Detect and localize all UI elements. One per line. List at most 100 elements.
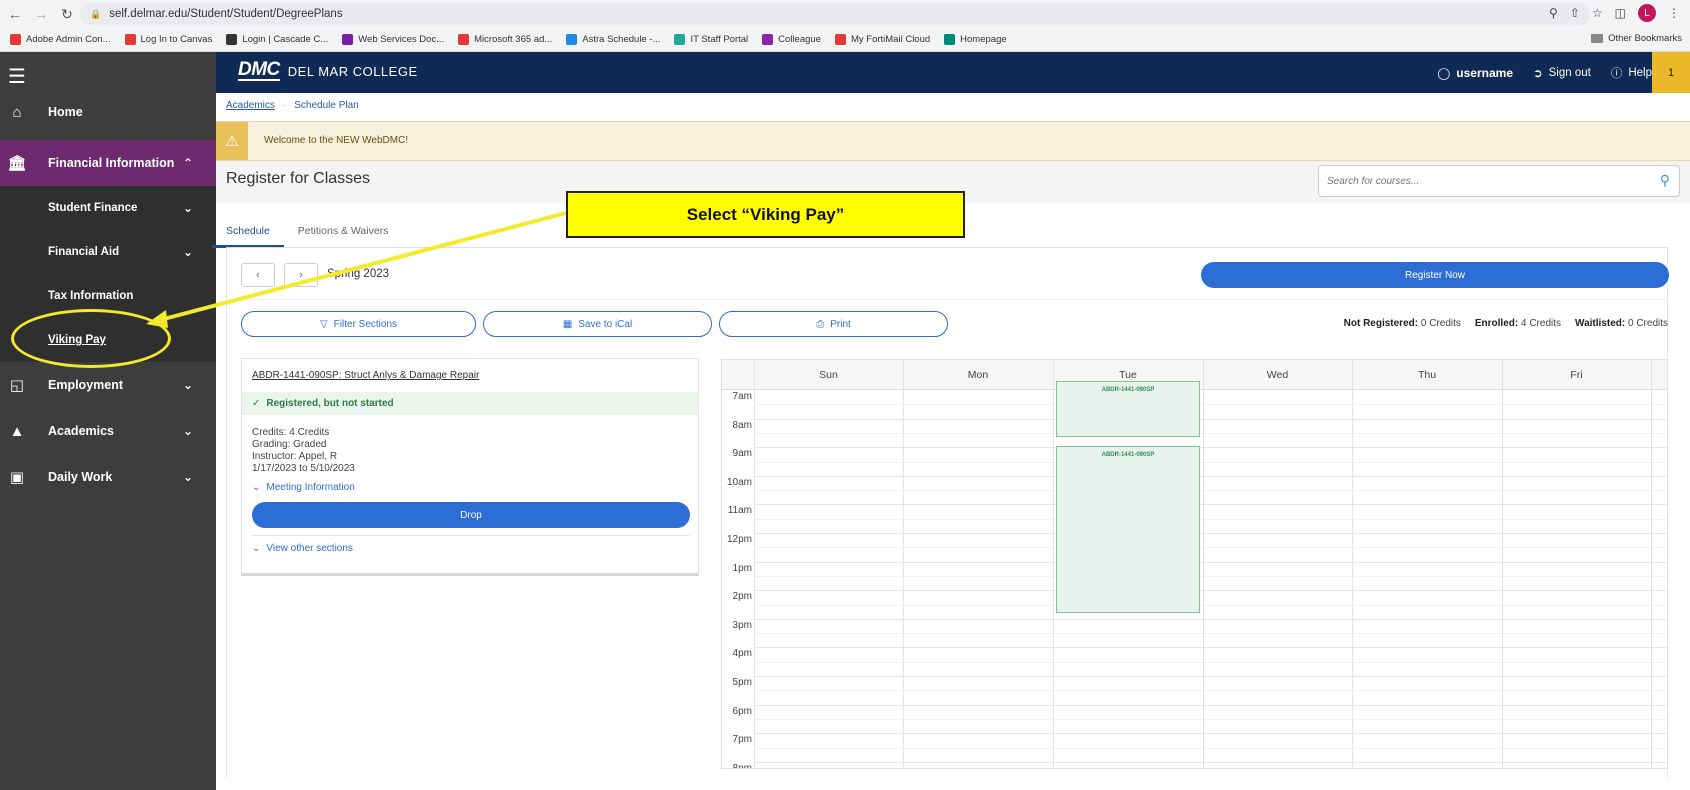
- bookmark-item[interactable]: Colleague: [762, 34, 821, 45]
- star-icon[interactable]: ☆: [1592, 6, 1603, 20]
- drop-button[interactable]: Drop: [252, 502, 690, 528]
- sign-out-icon: ➲: [1533, 67, 1543, 80]
- menu-kebab-icon[interactable]: ⋮: [1668, 6, 1680, 20]
- grid-half-hour-line: [754, 518, 1667, 520]
- view-other-sections-toggle[interactable]: ⌄ View other sections: [252, 543, 353, 554]
- grid-half-hour-line: [754, 690, 1667, 692]
- filter-icon: ▽: [319, 318, 328, 330]
- sidebar-item-student-finance[interactable]: Student Finance ⌄: [0, 186, 216, 230]
- chevron-down-icon: ⌄: [252, 482, 261, 493]
- grid-hour-line: [754, 475, 1667, 477]
- sidebar-item-daily-work[interactable]: ▣ Daily Work ⌄: [0, 454, 216, 500]
- bookmark-item[interactable]: Adobe Admin Con...: [10, 34, 111, 45]
- course-instructor: Instructor: Appel, R: [252, 451, 338, 462]
- sidebar-item-academics[interactable]: ▲ Academics ⌄: [0, 408, 216, 454]
- bank-icon: 🏛: [7, 155, 27, 172]
- weekly-calendar: Sun Mon Tue Wed Thu Fri 7am 8am 9am 10am 11am 12pm…: [721, 359, 1668, 769]
- breadcrumb: Academics · Schedule Plan: [226, 100, 359, 111]
- bookmark-favicon-icon: [458, 34, 470, 45]
- sidebar-item-financial-information[interactable]: 🏛 Financial Information ⌃: [0, 140, 216, 186]
- save-to-ical-button[interactable]: ▦ Save to iCal: [483, 311, 712, 337]
- share-icon[interactable]: ⇧: [1570, 6, 1580, 20]
- search-icon[interactable]: ⚲: [1660, 172, 1670, 189]
- breadcrumb-academics[interactable]: Academics: [226, 100, 275, 111]
- bookmark-favicon-icon: [10, 34, 21, 45]
- grid-hour-line: [754, 618, 1667, 620]
- course-title-link[interactable]: ABDR-1441-090SP: Struct Anlys & Damage R…: [252, 370, 479, 381]
- breadcrumb-schedule-plan: Schedule Plan: [294, 100, 359, 111]
- help-icon: ⓘ: [1610, 67, 1623, 80]
- bookmark-item[interactable]: Microsoft 365 ad...: [458, 34, 552, 45]
- print-icon: ⎙: [816, 318, 825, 330]
- lock-icon: 🔒: [90, 8, 102, 19]
- tab-bar: Schedule Petitions & Waivers: [212, 222, 416, 248]
- time-label: 3pm: [732, 619, 752, 631]
- back-icon[interactable]: ←: [4, 3, 26, 25]
- grid-hour-line: [754, 704, 1667, 706]
- time-label: 9am: [732, 448, 752, 460]
- grid-half-hour-line: [754, 547, 1667, 549]
- time-label: 6pm: [732, 705, 752, 717]
- time-label: 5pm: [732, 677, 752, 688]
- browser-actions: ⚲ ⇧ ☆ ◫ L ⋮: [1549, 4, 1680, 22]
- tab-petitions-waivers[interactable]: Petitions & Waivers: [298, 222, 389, 248]
- profile-avatar[interactable]: L: [1638, 4, 1656, 22]
- time-label: 7pm: [732, 734, 752, 746]
- day-header-thu: Thu: [1417, 369, 1437, 381]
- bookmark-item[interactable]: My FortiMail Cloud: [834, 34, 930, 45]
- forward-icon[interactable]: →: [30, 3, 52, 25]
- notification-badge[interactable]: 1: [1652, 52, 1690, 93]
- hamburger-menu-icon[interactable]: ☰: [8, 64, 26, 89]
- next-term-button[interactable]: ›: [284, 263, 318, 287]
- tab-schedule[interactable]: Schedule: [212, 222, 284, 248]
- calendar-event[interactable]: ABDR-1441-090SP: [1056, 445, 1200, 614]
- filter-sections-button[interactable]: ▽ Filter Sections: [241, 311, 476, 337]
- chevron-left-icon: ‹: [256, 269, 260, 281]
- reload-icon[interactable]: ↻: [56, 3, 78, 25]
- highlight-ellipse: [11, 309, 171, 368]
- user-menu[interactable]: ◯ username: [1437, 66, 1513, 80]
- grid-hour-line: [754, 447, 1667, 449]
- chevron-down-icon: ⌄: [183, 245, 194, 259]
- help-button[interactable]: ⓘ Help: [1611, 65, 1652, 81]
- chevron-right-icon: ›: [299, 269, 303, 281]
- term-label: Spring 2023: [327, 268, 390, 280]
- bookmark-favicon-icon: [762, 34, 774, 45]
- calendar-icon: ▦: [562, 318, 573, 330]
- zoom-icon[interactable]: ⚲: [1549, 6, 1558, 20]
- meeting-information-toggle[interactable]: ⌄ Meeting Information: [252, 482, 355, 493]
- sidebar-item-home[interactable]: ⌂ Home: [0, 90, 216, 134]
- registration-status: ✓ Registered, but not started: [242, 392, 698, 415]
- grid-half-hour-line: [754, 661, 1667, 663]
- other-bookmarks[interactable]: Other Bookmarks: [1591, 33, 1682, 44]
- print-button[interactable]: ⎙ Print: [719, 311, 948, 337]
- bookmark-item[interactable]: Astra Schedule -...: [566, 34, 660, 45]
- sidebar-toggle-icon[interactable]: ◫: [1615, 6, 1626, 20]
- day-header-wed: Wed: [1266, 369, 1289, 381]
- course-card: ABDR-1441-090SP: Struct Anlys & Damage R…: [241, 358, 699, 576]
- warning-icon: ⚠: [216, 122, 248, 160]
- grid-half-hour-line: [754, 575, 1667, 577]
- bookmark-item[interactable]: Web Services Doc...: [342, 34, 444, 45]
- address-bar[interactable]: 🔒 self.delmar.edu/Student/Student/Degree…: [80, 3, 1590, 25]
- search-input[interactable]: [1319, 166, 1639, 196]
- grid-half-hour-line: [754, 604, 1667, 606]
- grid-half-hour-line: [754, 432, 1667, 434]
- dmc-logo[interactable]: DMC DEL MAR COLLEGE: [238, 60, 418, 81]
- chevron-up-icon: ⌃: [183, 156, 194, 170]
- time-label: 8pm: [732, 762, 752, 769]
- previous-term-button[interactable]: ‹: [241, 263, 275, 287]
- sidebar-item-employment[interactable]: ◱ Employment ⌄: [0, 362, 216, 408]
- bookmark-item[interactable]: Login | Cascade C...: [226, 34, 328, 45]
- chevron-down-icon: ⌄: [183, 424, 194, 438]
- bookmark-item[interactable]: Homepage: [944, 34, 1007, 45]
- bookmark-favicon-icon: [226, 34, 238, 45]
- calendar-event[interactable]: ABDR-1441-090SP: [1056, 381, 1200, 438]
- bookmark-item[interactable]: IT Staff Portal: [674, 34, 748, 45]
- grid-column-line: [1203, 360, 1204, 768]
- sidebar-item-financial-aid[interactable]: Financial Aid ⌄: [0, 230, 216, 274]
- register-now-button[interactable]: Register Now: [1201, 262, 1669, 288]
- bookmark-item[interactable]: Log In to Canvas: [124, 34, 212, 45]
- sign-out-button[interactable]: ➲ Sign out: [1533, 66, 1591, 80]
- credit-summary: Not Registered: 0 Credits Enrolled: 4 Cr…: [1343, 318, 1668, 329]
